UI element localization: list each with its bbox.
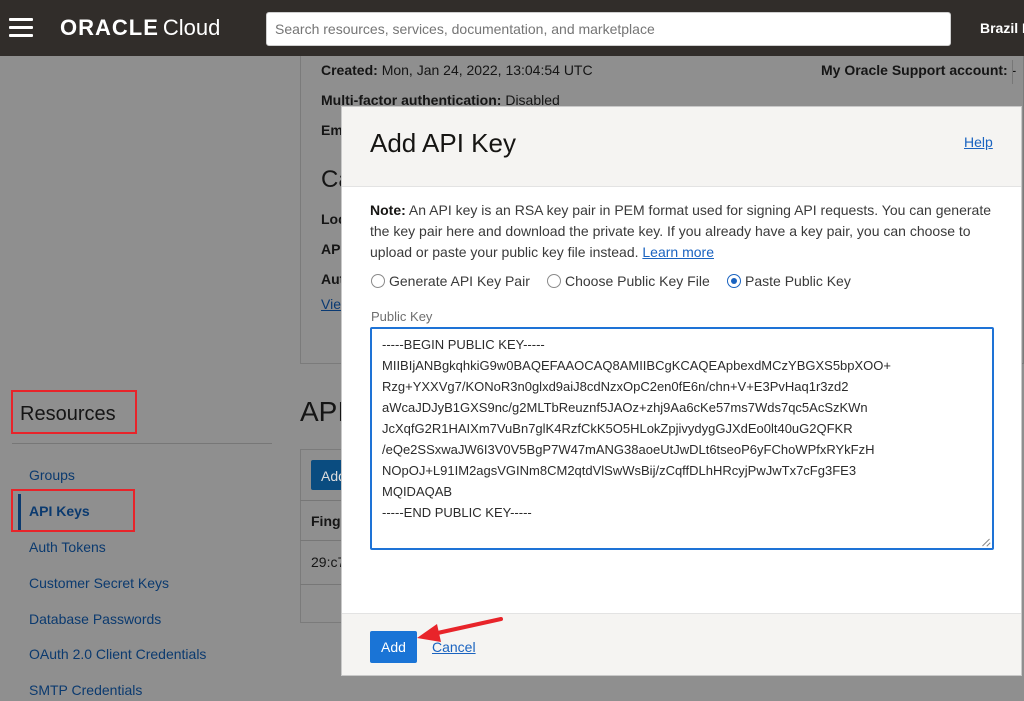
created-label: Created: <box>321 62 378 78</box>
api-label-partial: AP <box>321 241 341 257</box>
created-value: Mon, Jan 24, 2022, 13:04:54 UTC <box>381 62 593 78</box>
api-keys-heading-partial: API <box>300 396 346 427</box>
learn-more-link[interactable]: Learn more <box>642 244 714 260</box>
resources-item-oauth-credentials[interactable]: OAuth 2.0 Client Credentials <box>29 646 206 662</box>
option-label: Generate API Key Pair <box>389 273 530 289</box>
add-button[interactable]: Add <box>370 631 417 663</box>
top-bar: ORACLECloud Brazil E <box>0 0 1024 56</box>
created-row: Created: Mon, Jan 24, 2022, 13:04:54 UTC <box>321 62 593 78</box>
resources-item-smtp-credentials[interactable]: SMTP Credentials <box>29 682 142 698</box>
hamburger-menu-icon[interactable] <box>9 18 33 38</box>
support-label: My Oracle Support account: <box>821 62 1008 78</box>
option-paste-public-key[interactable]: Paste Public Key <box>727 273 851 289</box>
fingerprint-header-label: Fing <box>311 513 341 529</box>
note-label: Note: <box>370 202 406 218</box>
option-generate-key-pair[interactable]: Generate API Key Pair <box>371 273 530 289</box>
resources-item-customer-secret-keys[interactable]: Customer Secret Keys <box>29 575 169 591</box>
resources-divider <box>12 443 272 444</box>
public-key-textarea[interactable]: -----BEGIN PUBLIC KEY----- MIIBIjANBgkqh… <box>370 327 994 550</box>
help-link[interactable]: Help <box>964 134 993 150</box>
note-text: Note: An API key is an RSA key pair in P… <box>370 200 1000 263</box>
email-row-partial: Em <box>321 122 343 138</box>
add-api-key-dialog: Add API Key Help Note: An API key is an … <box>341 106 1022 676</box>
scrollbar[interactable] <box>1012 60 1022 84</box>
logo-brand: ORACLE <box>60 15 159 40</box>
resources-item-groups[interactable]: Groups <box>29 467 75 483</box>
option-label: Choose Public Key File <box>565 273 710 289</box>
oracle-cloud-logo[interactable]: ORACLE Cloud <box>60 15 220 41</box>
email-label-partial: Em <box>321 122 343 138</box>
dialog-header: Add API Key Help <box>342 107 1021 187</box>
option-choose-public-key-file[interactable]: Choose Public Key File <box>547 273 710 289</box>
fingerprint-header-partial: Fing <box>311 513 341 529</box>
view-link-partial[interactable]: Vie <box>321 296 341 312</box>
logo-suffix: Cloud <box>162 15 221 40</box>
radio-icon[interactable] <box>547 274 561 288</box>
resize-handle-icon[interactable] <box>982 538 991 547</box>
resources-item-database-passwords[interactable]: Database Passwords <box>29 611 161 627</box>
region-selector[interactable]: Brazil E <box>980 20 1024 36</box>
resources-item-auth-tokens[interactable]: Auth Tokens <box>29 539 106 555</box>
support-account-row: My Oracle Support account: - <box>821 62 1016 78</box>
public-key-label: Public Key <box>371 309 433 324</box>
search-input[interactable] <box>266 12 951 46</box>
radio-checked-icon[interactable] <box>727 274 741 288</box>
red-arrow-icon <box>417 617 503 642</box>
resources-title: Resources <box>20 403 116 425</box>
option-label: Paste Public Key <box>745 273 851 289</box>
api-row-partial: AP <box>321 241 340 257</box>
radio-icon[interactable] <box>371 274 385 288</box>
dialog-title: Add API Key <box>370 128 516 158</box>
resources-item-api-keys[interactable]: API Keys <box>29 503 90 519</box>
